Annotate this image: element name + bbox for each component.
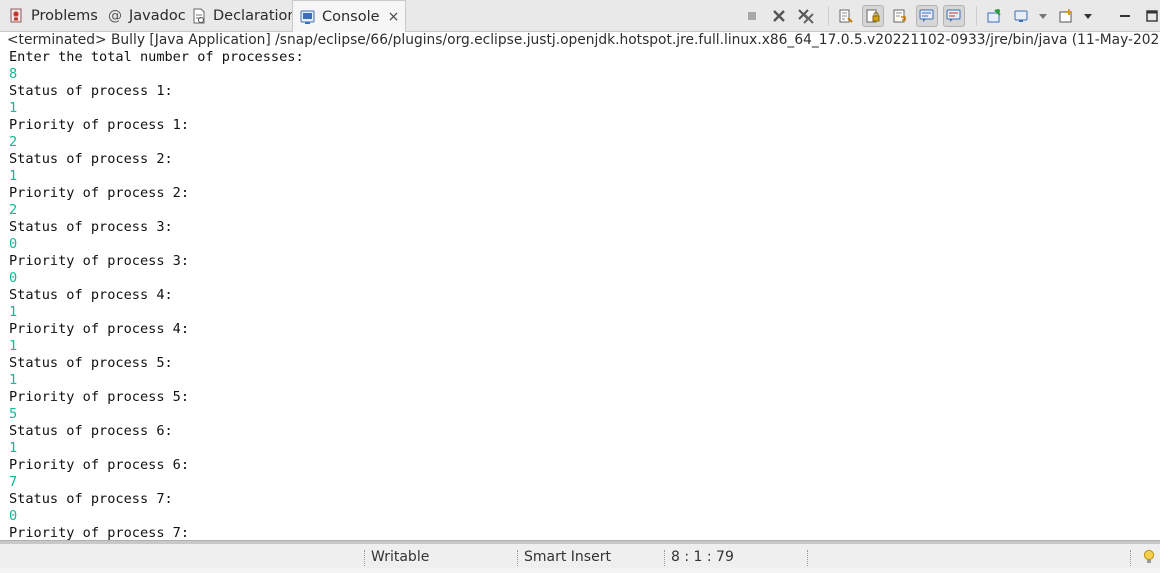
remove-launch-icon[interactable] xyxy=(768,5,790,27)
console-input-line: 5 xyxy=(9,406,18,422)
console-input-line: 1 xyxy=(9,304,18,320)
console-input-line: 1 xyxy=(9,100,18,116)
tab-javadoc[interactable]: @ Javadoc xyxy=(106,0,186,32)
status-insert-mode[interactable]: Smart Insert xyxy=(524,544,611,568)
open-console-icon[interactable] xyxy=(1055,5,1077,27)
console-output-line: Status of process 4: xyxy=(9,287,173,303)
console-output-line: Status of process 3: xyxy=(9,219,173,235)
console-output-line: Priority of process 4: xyxy=(9,321,190,337)
tab-declaration[interactable]: Declaration xyxy=(190,0,297,32)
status-divider xyxy=(1130,550,1131,566)
lightbulb-icon[interactable] xyxy=(1142,549,1156,573)
status-divider xyxy=(364,550,365,566)
console-input-line: 1 xyxy=(9,372,18,388)
toolbar-separator xyxy=(828,6,829,26)
console-input-line: 1 xyxy=(9,168,18,184)
console-output-line: Priority of process 2: xyxy=(9,185,190,201)
minimize-icon[interactable] xyxy=(1114,5,1136,27)
remove-all-terminated-icon[interactable] xyxy=(795,5,817,27)
console-input-line: 7 xyxy=(9,474,18,490)
show-on-stderr-icon[interactable] xyxy=(943,5,965,27)
console-icon xyxy=(299,8,317,26)
console-lines: Enter the total number of processes: 8 Sta… xyxy=(9,49,304,540)
console-input-line: 8 xyxy=(9,66,18,82)
status-bar: Writable Smart Insert 8 : 1 : 79 xyxy=(0,544,1160,568)
console-output-line: Status of process 7: xyxy=(9,491,173,507)
chevron-down-icon[interactable] xyxy=(1037,5,1049,27)
tab-problems[interactable]: Problems xyxy=(8,0,98,32)
tab-problems-label: Problems xyxy=(31,8,98,24)
console-output-line: Priority of process 3: xyxy=(9,253,190,269)
toolbar-separator xyxy=(976,6,977,26)
problems-icon xyxy=(8,7,26,25)
console-output-line: Status of process 5: xyxy=(9,355,173,371)
console-input-line: 2 xyxy=(9,134,18,150)
display-console-icon[interactable] xyxy=(1010,5,1032,27)
tab-console[interactable]: Console × xyxy=(292,0,407,33)
pin-console-icon[interactable] xyxy=(983,5,1005,27)
tab-console-label: Console xyxy=(322,9,380,25)
close-icon[interactable]: × xyxy=(388,9,400,25)
word-wrap-icon[interactable] xyxy=(889,5,911,27)
console-output-line: Enter the total number of processes: xyxy=(9,49,304,65)
declaration-icon xyxy=(190,7,208,25)
console-output-line: Priority of process 6: xyxy=(9,457,190,473)
status-writable: Writable xyxy=(371,549,430,565)
terminate-icon[interactable] xyxy=(741,5,763,27)
console-input-line: 0 xyxy=(9,236,18,252)
status-cursor-position: 8 : 1 : 79 xyxy=(671,549,734,565)
console-toolbar xyxy=(741,4,1160,28)
console-output-line: Status of process 2: xyxy=(9,151,173,167)
show-on-stdout-icon[interactable] xyxy=(916,5,938,27)
console-input-line: 1 xyxy=(9,338,18,354)
tab-declaration-label: Declaration xyxy=(213,8,297,24)
console-input-line: 0 xyxy=(9,270,18,286)
status-divider xyxy=(517,550,518,566)
console-output-line: Status of process 6: xyxy=(9,423,173,439)
console-output-line: Priority of process 1: xyxy=(9,117,190,133)
console-output-line: Status of process 1: xyxy=(9,83,173,99)
console-input-line: 2 xyxy=(9,202,18,218)
maximize-icon[interactable] xyxy=(1141,5,1160,27)
status-divider xyxy=(664,550,665,566)
console-output-line: Priority of process 7: xyxy=(9,525,190,540)
console-input-line: 0 xyxy=(9,508,18,524)
console-input-line: 1 xyxy=(9,440,18,456)
console-output-line: Priority of process 5: xyxy=(9,389,190,405)
javadoc-icon: @ xyxy=(108,8,122,24)
console-output[interactable]: <terminated> Bully [Java Application] /s… xyxy=(0,32,1160,540)
console-process-header: <terminated> Bully [Java Application] /s… xyxy=(7,32,1160,48)
chevron-down-icon[interactable] xyxy=(1082,5,1094,27)
tab-javadoc-label: Javadoc xyxy=(129,8,186,24)
scroll-lock-icon[interactable] xyxy=(862,5,884,27)
status-divider xyxy=(807,550,808,566)
clear-console-icon[interactable] xyxy=(835,5,857,27)
